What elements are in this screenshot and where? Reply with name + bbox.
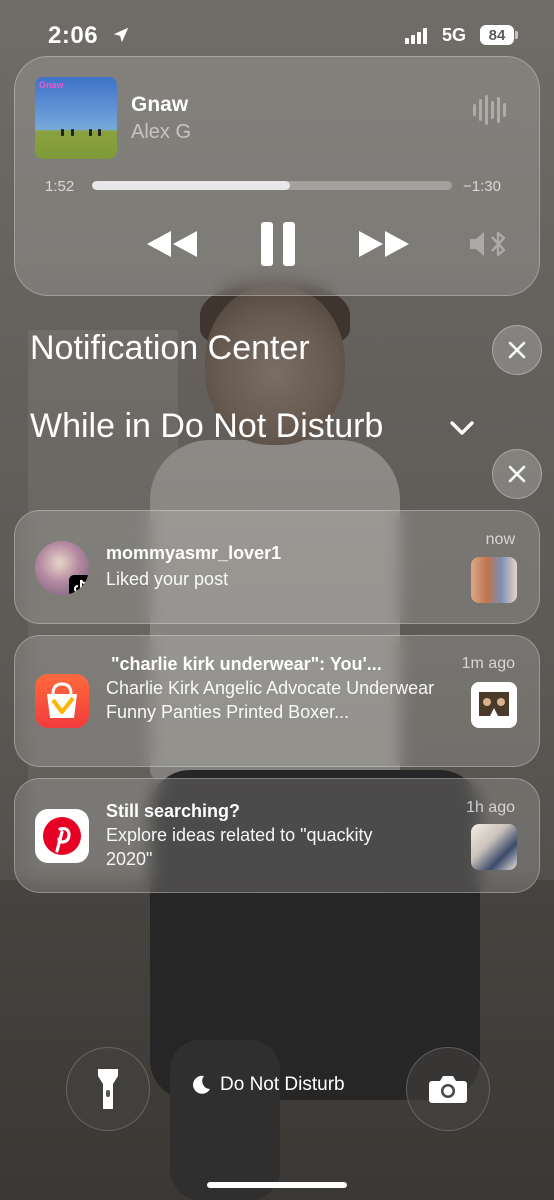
- focus-mode-label: Do Not Disturb: [220, 1074, 345, 1095]
- album-art-text: Gnaw: [39, 80, 64, 90]
- audio-output-button[interactable]: [467, 221, 511, 267]
- notification-thumbnail: [471, 557, 517, 603]
- notification-center-title: Notification Center: [30, 329, 310, 367]
- notification-time: 1h ago: [466, 799, 515, 816]
- shopping-bag-icon: [47, 682, 77, 718]
- audio-waveform-icon: [473, 95, 506, 125]
- remaining-time: −1:30: [463, 178, 501, 195]
- song-artist: Alex G: [131, 121, 192, 143]
- notification-body: Charlie Kirk Angelic Advocate Underwear …: [106, 678, 435, 722]
- location-arrow-icon: [113, 27, 129, 43]
- notification-title: Still searching?: [106, 801, 241, 821]
- notification-time: now: [485, 531, 515, 548]
- clear-focus-group-button[interactable]: [492, 449, 542, 499]
- home-indicator[interactable]: [207, 1182, 347, 1188]
- notification-card[interactable]: "charlie kirk underwear": You'... Charli…: [14, 635, 540, 767]
- focus-mode-indicator[interactable]: Do Not Disturb: [190, 1074, 345, 1096]
- playback-progress-fill: [92, 181, 290, 190]
- boxer-shorts-image: [479, 692, 509, 716]
- camera-icon: [429, 1076, 467, 1103]
- rewind-button[interactable]: [143, 221, 201, 267]
- notification-card[interactable]: Still searching? Explore ideas related t…: [14, 778, 540, 893]
- pause-icon: [261, 222, 295, 266]
- notification-time: 1m ago: [461, 655, 515, 672]
- now-playing-widget[interactable]: Gnaw Gnaw Alex G 1:52 −1:30: [14, 56, 540, 296]
- signal-bars-icon: [405, 28, 427, 44]
- notification-title: "charlie kirk underwear": You'...: [111, 654, 382, 674]
- elapsed-time: 1:52: [45, 178, 75, 195]
- network-type: 5G: [442, 25, 467, 45]
- clear-notification-center-button[interactable]: [492, 325, 542, 375]
- tiktok-avatar: [35, 541, 89, 595]
- flashlight-button[interactable]: [66, 1047, 150, 1131]
- fast-forward-button[interactable]: [355, 221, 413, 267]
- status-time: 2:06: [48, 22, 99, 49]
- notification-thumbnail: [471, 824, 517, 870]
- notification-body: Liked your post: [106, 569, 229, 589]
- album-art[interactable]: Gnaw: [35, 77, 117, 159]
- close-icon: [508, 341, 526, 359]
- speaker-bluetooth-icon: [470, 231, 506, 257]
- notification-card[interactable]: mommyasmr_lover1 Liked your post now: [14, 510, 540, 624]
- close-icon: [508, 465, 526, 483]
- moon-icon: [193, 1075, 210, 1094]
- pinterest-icon: [43, 817, 81, 855]
- battery-tip: [515, 31, 518, 39]
- fast-forward-icon: [359, 231, 409, 257]
- tiktok-icon: [69, 575, 89, 595]
- playback-scrubber[interactable]: [92, 181, 452, 190]
- flashlight-icon: [98, 1069, 118, 1109]
- rewind-icon: [147, 231, 197, 257]
- camera-button[interactable]: [406, 1047, 490, 1131]
- song-title: Gnaw: [131, 93, 189, 116]
- shopping-app-icon: [35, 674, 89, 728]
- pause-button[interactable]: [253, 221, 303, 267]
- notification-thumbnail: [471, 682, 517, 728]
- notification-title: mommyasmr_lover1: [106, 543, 282, 563]
- chevron-down-icon[interactable]: [446, 416, 478, 440]
- battery-level: 84: [480, 25, 514, 45]
- pinterest-app-icon: [35, 809, 89, 863]
- notification-body: Explore ideas related to "quackity 2020": [106, 825, 373, 869]
- focus-group-title[interactable]: While in Do Not Disturb: [30, 407, 383, 446]
